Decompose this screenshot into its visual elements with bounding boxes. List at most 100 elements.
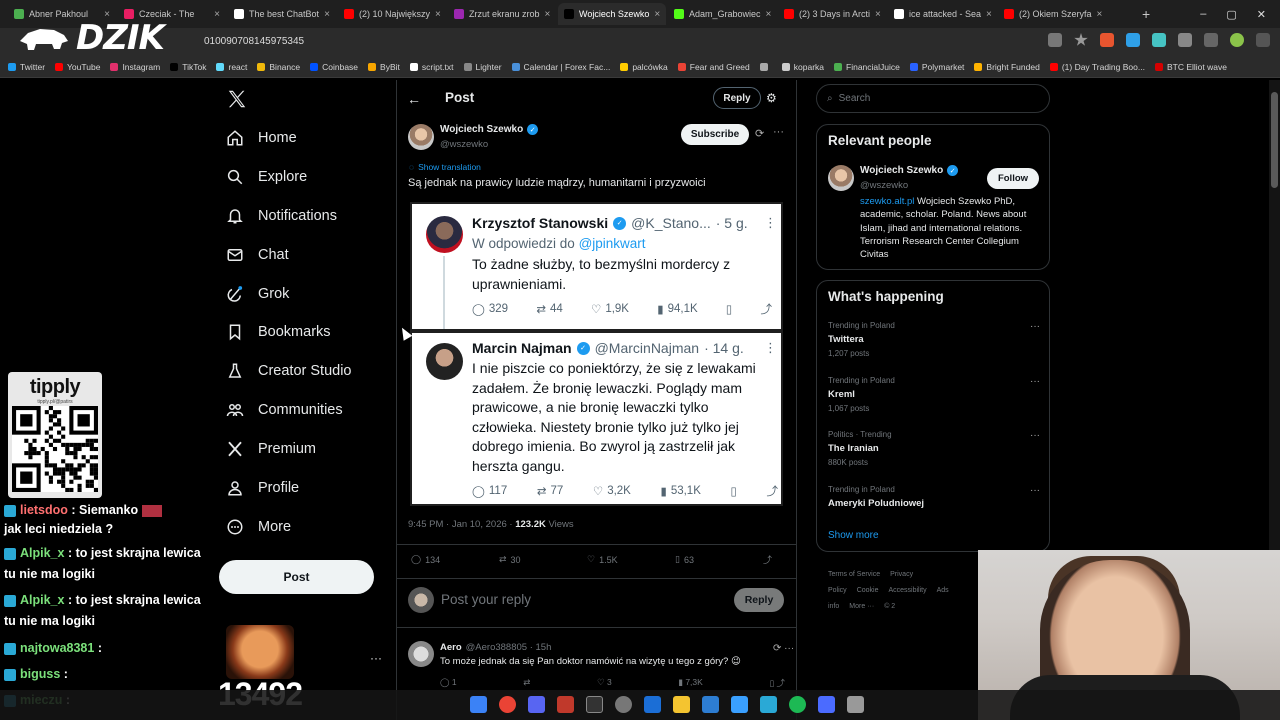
tab-close-icon[interactable]: × — [654, 9, 660, 20]
search-input[interactable]: Search — [839, 93, 871, 104]
close-window-icon[interactable]: ✕ — [1257, 8, 1266, 21]
follow-button[interactable]: Follow — [987, 168, 1039, 189]
author-name[interactable]: Wojciech Szewko — [440, 124, 523, 135]
bookmark-icon[interactable]: ▯ ⤴ — [769, 677, 785, 689]
post-image[interactable]: Krzysztof Stanowski ✓ @K_Stano... · 5 g.… — [410, 202, 783, 506]
browser-tab[interactable]: (2) 3 Days in Arcti × — [778, 3, 886, 25]
browser-tab[interactable]: (2) Okiem Szeryfa × — [998, 3, 1106, 25]
relevant-name-row[interactable]: Wojciech Szewko ✓ — [860, 165, 959, 176]
browser-tab[interactable]: The best ChatBot × — [228, 3, 336, 25]
subscribe-button[interactable]: Subscribe — [681, 124, 749, 145]
bookmark-item[interactable]: Instagram — [110, 62, 160, 72]
trend-item[interactable]: Trending in Poland Kreml 1,067 posts ··· — [828, 376, 1040, 413]
browser-tab[interactable]: Zrzut ekranu zrob × — [448, 3, 556, 25]
bookmark-item[interactable]: FinancialJuice — [834, 62, 900, 72]
tab-close-icon[interactable]: × — [875, 9, 881, 20]
trend-item[interactable]: Politics · Trending The Iranian 880K posts… — [828, 430, 1040, 467]
ccleaner-icon[interactable] — [731, 696, 748, 713]
bookmark-item[interactable]: palcówka — [620, 62, 668, 72]
bookmark-item[interactable]: Binance — [257, 62, 300, 72]
nav-item-chat[interactable]: Chat — [226, 241, 289, 269]
bookmark-item[interactable]: Lighter — [463, 62, 502, 72]
author-avatar[interactable] — [408, 124, 434, 150]
relevant-name[interactable]: Wojciech Szewko — [860, 165, 943, 176]
bookmark-item[interactable]: koparka — [781, 62, 824, 72]
minimize-icon[interactable]: – — [1200, 8, 1206, 20]
nav-item-notifications[interactable]: Notifications — [226, 202, 337, 230]
my-avatar[interactable] — [408, 587, 434, 613]
sidebar-icon[interactable] — [1204, 33, 1218, 47]
back-arrow-icon[interactable]: ← — [407, 91, 421, 107]
extension-blue-icon[interactable] — [1126, 33, 1140, 47]
aero-name[interactable]: Aero — [440, 642, 462, 653]
obs-icon[interactable] — [557, 696, 574, 713]
tab-close-icon[interactable]: × — [214, 9, 220, 20]
bookmark-item[interactable]: BTC Elliot wave — [1154, 62, 1227, 72]
sliders-icon[interactable]: ⚙ — [766, 91, 777, 105]
bookmark-action[interactable]: ▯ 63 — [675, 553, 763, 566]
menu-kebab-icon[interactable] — [1256, 33, 1270, 47]
nav-item-more[interactable]: More — [226, 513, 291, 541]
author-handle[interactable]: @wszewko — [440, 139, 488, 150]
bookmark-item[interactable]: YouTube — [55, 62, 100, 72]
bookmark-item[interactable]: react — [216, 62, 247, 72]
browser-tab[interactable]: ice attacked - Sea × — [888, 3, 996, 25]
show-more-link[interactable]: Show more — [828, 530, 879, 541]
browser-tab[interactable]: Wojciech Szewko × — [558, 3, 666, 25]
steam-icon[interactable] — [644, 696, 661, 713]
url-field[interactable]: 010090708145975345 — [204, 36, 304, 47]
nav-item-explore[interactable]: Explore — [226, 163, 307, 191]
post-button[interactable]: Post — [219, 560, 374, 594]
reply-top-button[interactable]: Reply — [713, 87, 761, 109]
extension-brave-icon[interactable] — [1100, 33, 1114, 47]
grok-explain-icon[interactable]: ⟳ — [755, 127, 764, 140]
browser-tab[interactable]: (2) 10 Największy × — [338, 3, 446, 25]
extensions-puzzle-icon[interactable] — [1178, 33, 1192, 47]
nav-item-bookmarks[interactable]: Bookmarks — [226, 318, 331, 346]
spotify-icon[interactable] — [789, 696, 806, 713]
tab-close-icon[interactable]: × — [986, 9, 992, 20]
trend-item[interactable]: Trending in Poland Ameryki Poludniowej ··· — [828, 485, 1040, 509]
bookmark-item[interactable]: TikTok — [170, 62, 206, 72]
trend-more-icon[interactable]: ··· — [1030, 321, 1040, 332]
more-options-icon[interactable]: ··· — [773, 126, 784, 138]
bookmark-item[interactable] — [759, 62, 772, 71]
aero-avatar[interactable] — [408, 641, 434, 667]
views-action[interactable]: ▮ 7,3K — [678, 677, 703, 689]
more-options-icon[interactable]: ⟳ ··· — [773, 643, 794, 654]
bookmark-item[interactable]: Fear and Greed — [677, 62, 750, 72]
discord-icon[interactable] — [528, 696, 545, 713]
repost-action[interactable]: ⇄ 30 — [499, 553, 587, 566]
tab-close-icon[interactable]: × — [1097, 9, 1103, 20]
folder-icon[interactable] — [673, 696, 690, 713]
extension-teal-icon[interactable] — [1152, 33, 1166, 47]
vscode-icon[interactable] — [702, 696, 719, 713]
like-action[interactable]: ♡ 3 — [597, 677, 612, 689]
browser-tab[interactable]: Adam_Grabowiec × — [668, 3, 776, 25]
author-name-row[interactable]: Wojciech Szewko ✓ — [440, 124, 539, 135]
aero-name-row[interactable]: Aero @Aero388805 · 15h — [440, 642, 551, 653]
like-action[interactable]: ♡ 1.5K — [587, 553, 675, 566]
show-translation-link[interactable]: ◌ Show translation — [409, 162, 481, 172]
bookmark-item[interactable]: (1) Day Trading Boo... — [1049, 62, 1145, 72]
trend-item[interactable]: Trending in Poland Twittera 1,207 posts ··· — [828, 321, 1040, 358]
footer-link[interactable]: © 2 — [884, 603, 895, 610]
bookmark-item[interactable]: Bright Funded — [974, 62, 1040, 72]
bookmark-item[interactable]: Twitter — [8, 62, 45, 72]
account-more-icon[interactable]: ··· — [370, 651, 382, 665]
camera-app-icon[interactable] — [586, 696, 603, 713]
bookmark-item[interactable]: Calendar | Forex Fac... — [511, 62, 610, 72]
tab-close-icon[interactable]: × — [766, 9, 772, 20]
relevant-handle[interactable]: @wszewko — [860, 180, 908, 191]
star-icon[interactable] — [1074, 33, 1088, 46]
notepad-icon[interactable] — [847, 696, 864, 713]
search-box[interactable]: ⌕ Search — [816, 84, 1050, 113]
footer-link[interactable]: Accessibility — [888, 587, 926, 594]
bookmark-item[interactable]: Polymarket — [909, 62, 964, 72]
windows-start-icon[interactable] — [470, 696, 487, 713]
trend-more-icon[interactable]: ··· — [1030, 376, 1040, 387]
reply-submit-button[interactable]: Reply — [734, 588, 784, 612]
bookmark-item[interactable]: Coinbase — [310, 62, 358, 72]
bio-link[interactable]: szewko.alt.pl — [860, 196, 914, 207]
footer-link[interactable]: More ··· — [849, 603, 874, 610]
